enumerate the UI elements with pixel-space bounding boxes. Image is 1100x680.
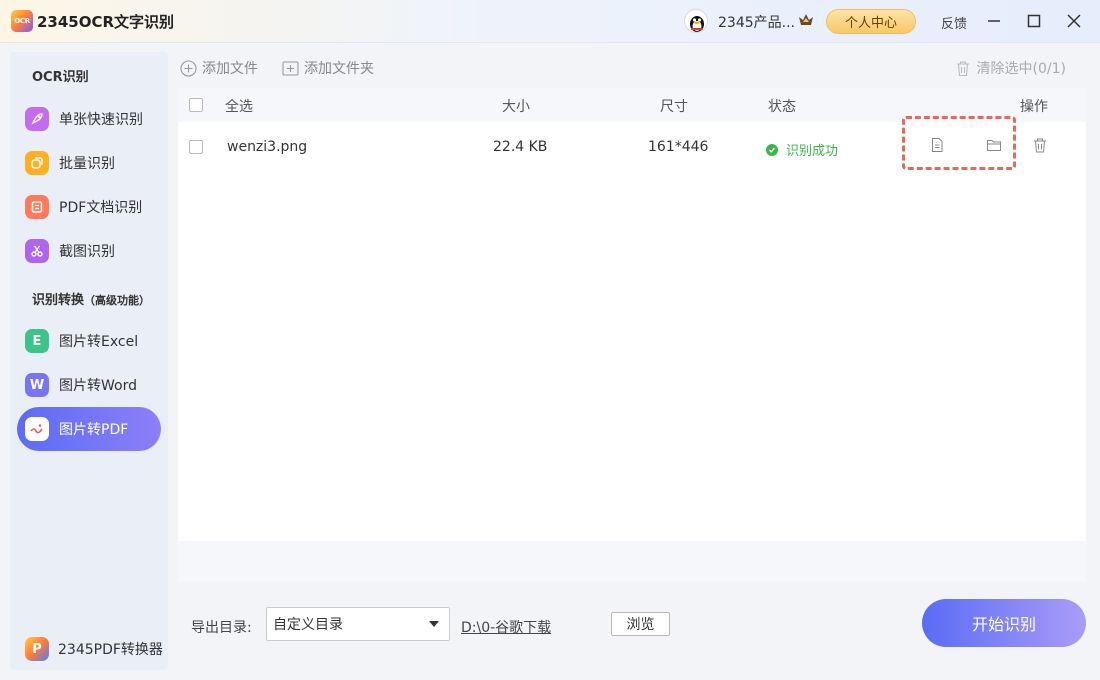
pdf-converter-logo-icon: P (25, 637, 49, 661)
export-label: 导出目录: (191, 620, 252, 636)
header-actions: 操作 (1020, 99, 1048, 115)
status-text: 识别成功 (786, 144, 839, 159)
maximize-button[interactable] (1023, 10, 1045, 32)
image-pdf-icon (25, 417, 49, 441)
minimize-button[interactable] (983, 10, 1005, 32)
status-badge: 识别成功 (766, 140, 838, 159)
vip-crown-icon (799, 14, 813, 25)
sidebar: OCR识别 单张快速识别 批量识别 PDF文档识别 截图识别 识别转换（高级功能… (10, 52, 168, 670)
sidebar-item-label: 图片转PDF (59, 422, 129, 438)
table-row[interactable]: wenzi3.png 22.4 KB 161*446 识别成功 (178, 116, 1086, 174)
bottom-bar: 导出目录: 自定义目录 D:\0-谷歌下载 浏览 开始识别 (178, 582, 1086, 670)
clear-selected-label: 清除选中(0/1) (976, 61, 1066, 77)
section-title-sub: （高级功能） (84, 294, 151, 307)
add-file-button[interactable]: 添加文件 (180, 58, 258, 78)
delete-icon[interactable] (1032, 137, 1048, 153)
close-icon (1067, 14, 1081, 28)
feedback-link[interactable]: 反馈 (941, 13, 967, 32)
user-avatar[interactable] (684, 9, 708, 33)
file-list: wenzi3.png 22.4 KB 161*446 识别成功 (178, 116, 1086, 541)
header-size: 大小 (502, 99, 530, 115)
view-document-icon[interactable] (929, 137, 945, 153)
sidebar-item-image-to-excel[interactable]: E 图片转Excel (17, 319, 161, 363)
dropdown-arrow-icon (429, 621, 439, 627)
maximize-icon (1027, 14, 1041, 28)
add-folder-button[interactable]: 添加文件夹 (282, 58, 374, 78)
pdf-converter-link[interactable]: P 2345PDF转换器 (25, 637, 163, 661)
section-title-conversion: 识别转换（高级功能） (32, 289, 150, 308)
section-title-ocr: OCR识别 (32, 70, 89, 85)
close-button[interactable] (1063, 10, 1085, 32)
penguin-avatar-icon (690, 16, 704, 32)
excel-icon: E (25, 329, 49, 353)
sidebar-item-label: PDF文档识别 (59, 200, 143, 216)
export-select-value: 自定义目录 (273, 617, 343, 633)
export-directory-select[interactable]: 自定义目录 (266, 607, 450, 641)
minimize-icon (988, 20, 1000, 22)
list-footer (178, 541, 1086, 582)
scissors-icon (25, 239, 49, 263)
row-checkbox[interactable] (189, 140, 203, 154)
rocket-icon (25, 107, 49, 131)
app-logo-icon: OCR (11, 10, 33, 32)
sidebar-item-image-to-word[interactable]: W 图片转Word (17, 363, 161, 407)
check-circle-icon (766, 143, 778, 156)
select-all-checkbox[interactable] (189, 98, 203, 112)
browse-button[interactable]: 浏览 (611, 612, 670, 636)
sidebar-item-label: 图片转Word (59, 378, 137, 394)
app-title: 2345OCR文字识别 (37, 13, 175, 31)
sidebar-item-label: 截图识别 (59, 244, 115, 260)
sidebar-item-label: 单张快速识别 (59, 112, 143, 128)
header-status: 状态 (768, 99, 796, 115)
sidebar-item-pdf-ocr[interactable]: PDF文档识别 (17, 185, 161, 229)
app-logo-text: OCR (14, 17, 30, 25)
add-folder-icon (282, 60, 299, 76)
sidebar-item-label: 批量识别 (59, 156, 115, 172)
batch-icon (25, 151, 49, 175)
export-path-link[interactable]: D:\0-谷歌下载 (461, 617, 551, 637)
sidebar-item-quick-ocr[interactable]: 单张快速识别 (17, 97, 161, 141)
user-name[interactable]: 2345产品... (718, 12, 795, 32)
open-folder-icon[interactable] (986, 137, 1002, 153)
section-title-main: 识别转换 (32, 293, 85, 308)
trash-icon (956, 60, 969, 76)
clear-selected-button[interactable]: 清除选中(0/1) (955, 58, 1066, 78)
word-icon: W (25, 373, 49, 397)
personal-center-button[interactable]: 个人中心 (826, 9, 916, 34)
pdf-converter-label: 2345PDF转换器 (58, 642, 163, 658)
pdf-doc-icon (25, 195, 49, 219)
file-dimensions: 161*446 (648, 139, 709, 155)
sidebar-item-label: 图片转Excel (59, 334, 139, 350)
add-file-label: 添加文件 (202, 61, 258, 77)
file-size: 22.4 KB (493, 139, 548, 155)
start-recognition-button[interactable]: 开始识别 (922, 599, 1086, 647)
sidebar-item-image-to-pdf[interactable]: 图片转PDF (17, 407, 161, 451)
sidebar-item-batch-ocr[interactable]: 批量识别 (17, 141, 161, 185)
title-bar: OCR 2345OCR文字识别 2345产品... 个人中心 反馈 (0, 0, 1100, 43)
add-circle-icon (180, 59, 197, 77)
header-dimensions: 尺寸 (660, 99, 688, 115)
add-folder-label: 添加文件夹 (304, 61, 374, 77)
file-name: wenzi3.png (227, 139, 308, 155)
header-select-all[interactable]: 全选 (225, 96, 253, 116)
sidebar-item-screenshot-ocr[interactable]: 截图识别 (17, 229, 161, 273)
main-panel: 添加文件 添加文件夹 清除选中(0/1) 全选 大小 尺寸 状态 操作 wenz… (178, 52, 1086, 670)
